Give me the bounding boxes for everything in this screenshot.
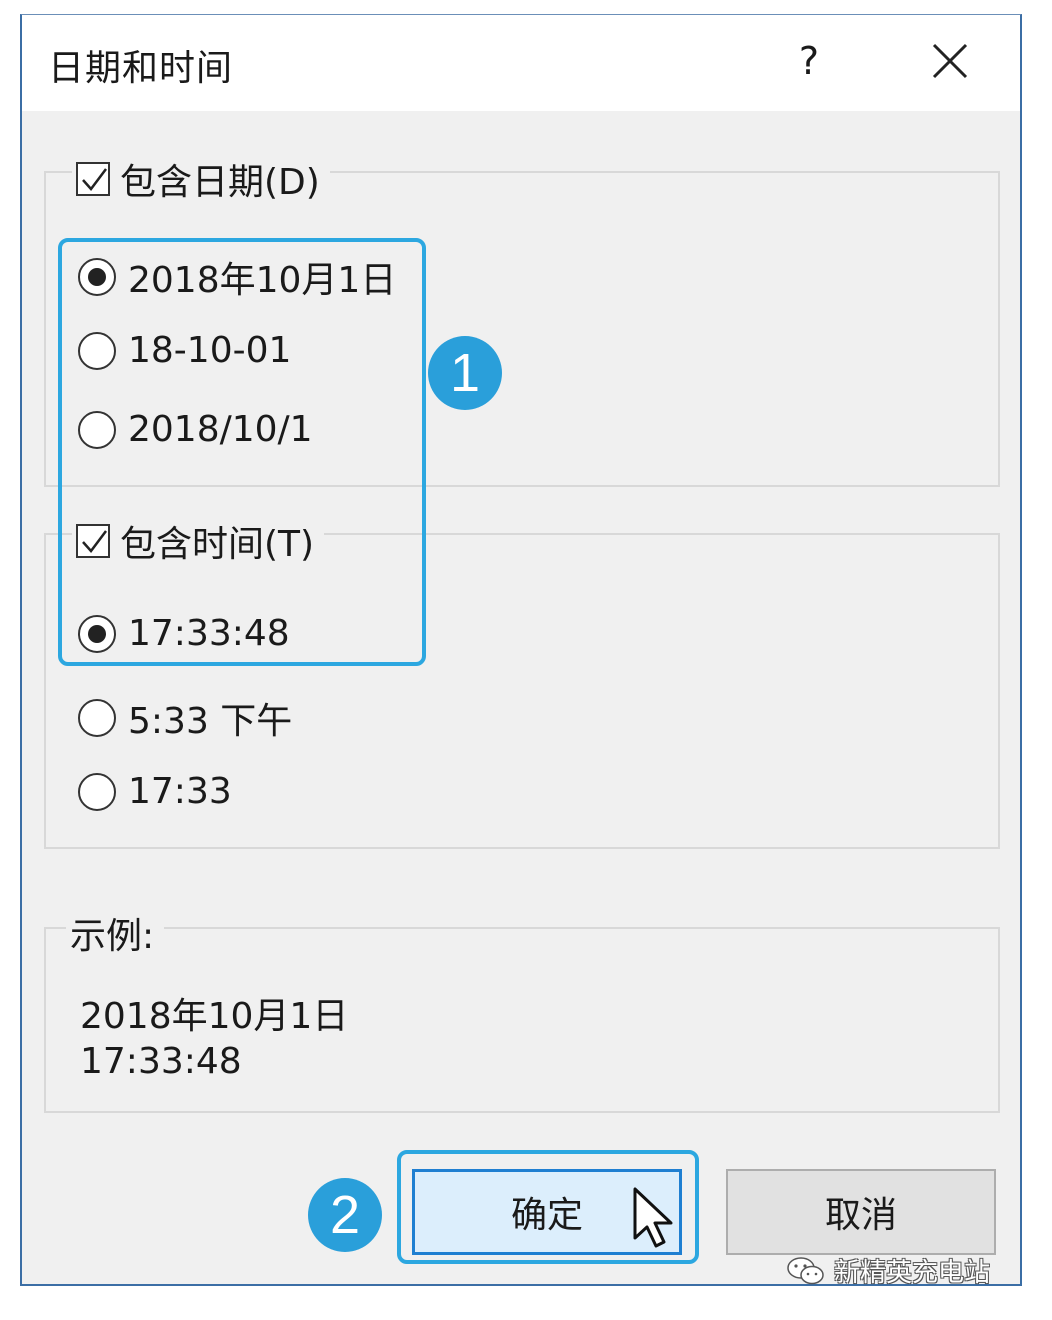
cancel-button[interactable]: 取消	[726, 1169, 996, 1255]
title-bar: 日期和时间 ?	[22, 15, 1020, 111]
time-format-label: 17:33	[128, 771, 232, 812]
time-format-label: 5:33 下午	[128, 701, 293, 742]
help-button[interactable]: ?	[784, 33, 834, 89]
wechat-icon	[787, 1256, 824, 1284]
radio-icon	[78, 699, 116, 737]
time-format-option[interactable]: 17:33	[78, 771, 232, 812]
watermark-text: 新精英充电站	[834, 1258, 991, 1288]
include-date-checkbox[interactable]: 包含日期(D)	[72, 153, 330, 205]
options-highlight-box	[58, 238, 426, 666]
include-date-label: 包含日期(D)	[120, 162, 320, 203]
sample-time: 17:33:48	[80, 1041, 242, 1082]
sample-label: 示例:	[66, 907, 165, 959]
mouse-cursor-icon	[633, 1187, 673, 1248]
watermark: 新精英充电站	[786, 1252, 990, 1289]
step-badge-1: 1	[428, 336, 502, 410]
step-badge-2: 2	[308, 1178, 382, 1252]
dialog-title: 日期和时间	[48, 48, 234, 89]
time-format-option[interactable]: 5:33 下午	[78, 692, 292, 744]
cancel-label: 取消	[824, 1195, 897, 1236]
checkbox-checked-icon	[76, 162, 110, 196]
close-button[interactable]	[922, 33, 978, 89]
sample-date: 2018年10月1日	[80, 996, 349, 1037]
radio-icon	[78, 772, 116, 811]
close-icon	[932, 43, 968, 79]
